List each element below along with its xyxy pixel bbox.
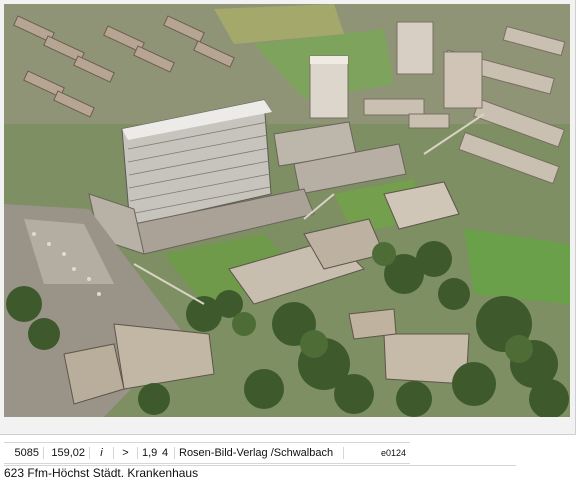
listing-price: 159,02 — [44, 447, 90, 459]
aerial-hospital-image — [4, 4, 570, 417]
listing-info-row: 5085 159,02 i > 1,9 4 Rosen-Bild-Verlag … — [4, 442, 410, 464]
listing-code: e0124 — [380, 448, 406, 458]
listing-value-a: 1,9 — [142, 447, 158, 459]
listing-id: 5085 — [4, 447, 44, 459]
listing-value-b: 4 — [162, 447, 169, 459]
publisher-label: Rosen-Bild-Verlag /Schwalbach — [174, 447, 344, 459]
postcard-frame — [0, 0, 576, 435]
aerial-photo[interactable] — [4, 4, 570, 417]
info-icon[interactable]: i — [90, 447, 114, 459]
postcard-caption: 623 Ffm-Höchst Städt. Krankenhaus — [4, 465, 516, 481]
next-arrow-icon[interactable]: > — [114, 447, 138, 459]
